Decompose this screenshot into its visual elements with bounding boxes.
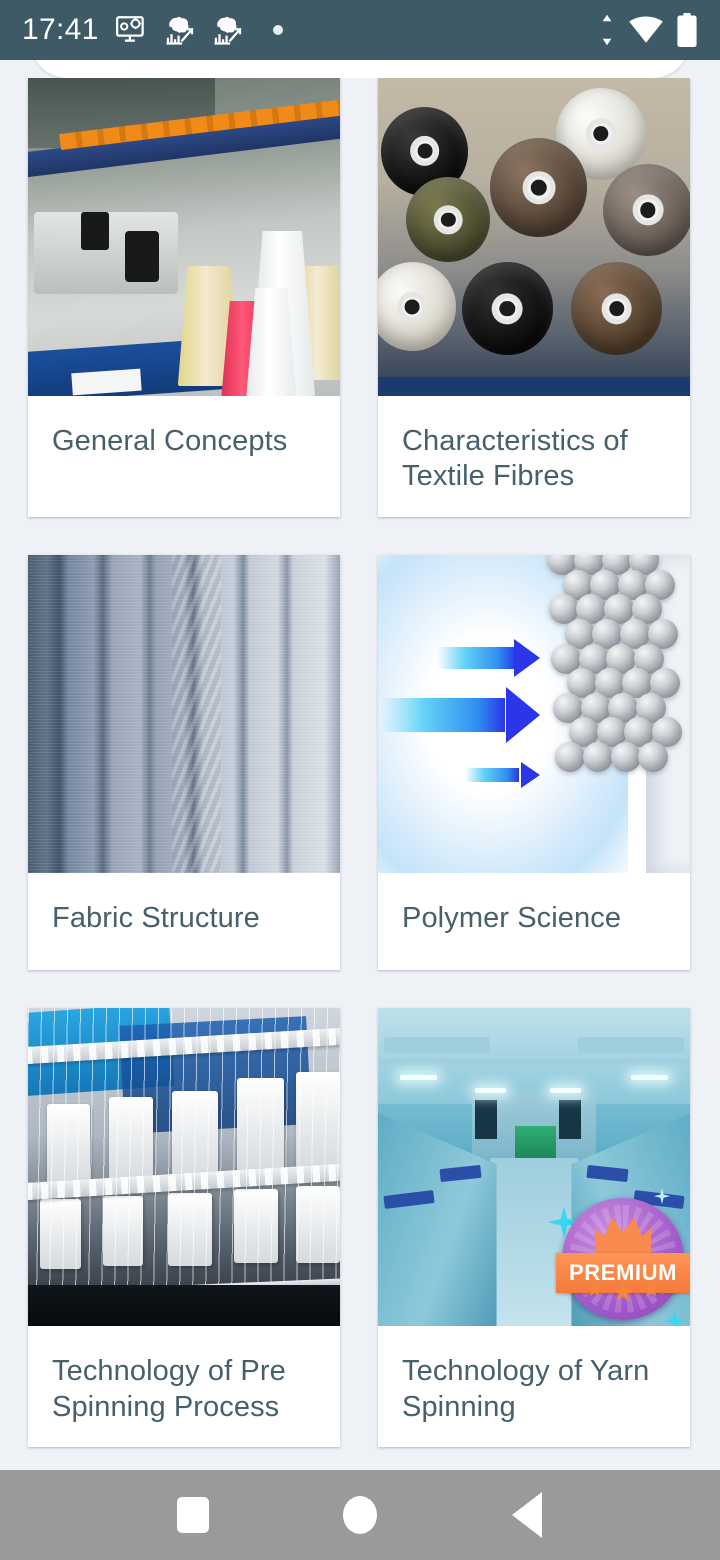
card-title: Polymer Science xyxy=(402,901,622,934)
polymer-sphere-icon xyxy=(582,742,613,773)
star-icon xyxy=(643,1281,660,1297)
category-card-general-concepts[interactable]: General Concepts xyxy=(28,78,340,517)
card-title: General Concepts xyxy=(52,425,288,457)
premium-badge-stars xyxy=(562,1281,684,1303)
nav-back-button[interactable] xyxy=(482,1470,572,1560)
android-navigation-bar xyxy=(0,1470,720,1560)
card-thumbnail xyxy=(28,554,340,873)
card-title: Fabric Structure xyxy=(52,901,260,934)
battery-icon xyxy=(677,13,697,47)
card-thumbnail: PREMIUM xyxy=(378,1008,690,1327)
star-icon xyxy=(612,1281,634,1302)
nav-home-button[interactable] xyxy=(315,1470,405,1560)
card-thumbnail xyxy=(28,1008,340,1327)
triangle-left-icon xyxy=(511,1492,542,1538)
card-title: Technology of Yarn Spinning xyxy=(402,1355,650,1423)
app-screen: 17:41 General Concepts Characteristics o… xyxy=(0,0,720,1560)
category-card-polymer-science[interactable]: Polymer Science xyxy=(378,554,690,971)
monitor-gear-icon xyxy=(115,16,144,42)
category-card-characteristics-of-textile-fibres[interactable]: Characteristics of Textile Fibres xyxy=(378,78,690,517)
category-card-technology-of-yarn-spinning[interactable]: PREMIUM Technology of Yarn Spinning xyxy=(378,1008,690,1447)
polymer-sphere-icon xyxy=(555,742,586,773)
star-icon xyxy=(586,1281,603,1297)
nav-recents-button[interactable] xyxy=(148,1470,238,1560)
premium-badge: PREMIUM xyxy=(548,1188,690,1327)
status-bar-notification-icons xyxy=(115,13,283,47)
wifi-icon xyxy=(629,16,663,43)
polymer-sphere-icon xyxy=(610,742,641,773)
card-thumbnail xyxy=(28,78,340,396)
category-card-technology-of-pre-spinning-process[interactable]: Technology of Pre Spinning Process xyxy=(28,1008,340,1447)
polymer-sphere-icon xyxy=(638,742,669,773)
circle-icon xyxy=(342,1496,377,1534)
square-icon xyxy=(177,1497,210,1533)
category-card-fabric-structure[interactable]: Fabric Structure xyxy=(28,554,340,971)
brain-chart-icon xyxy=(214,17,241,45)
card-thumbnail xyxy=(378,554,690,873)
search-input[interactable] xyxy=(30,60,690,78)
category-grid: General Concepts Characteristics of Text… xyxy=(0,78,720,1447)
status-bar-clock: 17:41 xyxy=(22,13,99,46)
status-bar: 17:41 xyxy=(0,0,720,60)
dot-notification-icon xyxy=(272,25,283,35)
card-title: Technology of Pre Spinning Process xyxy=(52,1355,286,1423)
card-title: Characteristics of Textile Fibres xyxy=(402,425,628,493)
data-transfer-icon xyxy=(602,14,612,46)
card-thumbnail xyxy=(378,78,690,396)
search-bar-container xyxy=(0,60,720,78)
brain-chart-icon xyxy=(166,17,193,45)
status-bar-system-icons xyxy=(598,13,698,47)
